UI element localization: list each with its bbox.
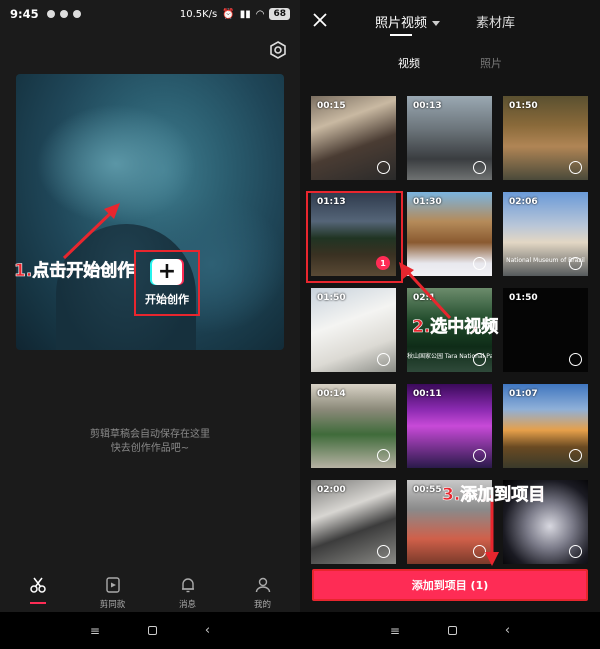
nav-item-profile[interactable]: 我的 (225, 568, 300, 612)
home-screen: 9:45 10.5K/s ⏰ ▮▮ ◠ 68 + 开始创作 1.点击开始创作 剪… (0, 0, 300, 649)
active-indicator (29, 602, 46, 604)
template-icon (105, 577, 120, 593)
home-icon[interactable] (447, 626, 457, 635)
nav-label: 剪同款 (99, 600, 126, 610)
bell-icon (181, 578, 194, 593)
annotation-arrow-1 (62, 203, 120, 260)
annotation-step-1: 1.点击开始创作 (14, 261, 135, 282)
nav-item-edit[interactable] (0, 568, 75, 612)
back-icon[interactable]: ‹ (505, 623, 510, 638)
system-nav-bar: ≡ ‹ (0, 612, 300, 649)
draft-tip-line-1: 剪辑草稿会自动保存在这里 (90, 429, 210, 440)
system-nav-bar: ≡ ‹ (300, 612, 600, 649)
annotation-step-2: 2.选中视频 (412, 317, 499, 338)
media-picker-screen: 照片视频 素材库 视频 照片 00:15 00:13 01:50 01:13 1 01:3… (300, 0, 600, 649)
home-icon[interactable] (147, 626, 157, 635)
annotation-step-3: 3.添加到项目 (442, 485, 546, 506)
menu-icon[interactable]: ≡ (90, 624, 100, 638)
nav-item-messages[interactable]: 消息 (150, 568, 225, 612)
nav-item-template[interactable]: 剪同款 (75, 568, 150, 612)
draft-tip-line-2: 快去创作作品吧~ (110, 443, 190, 454)
add-to-project-button[interactable]: 添加到项目 (1) (312, 569, 588, 601)
bottom-navigation: 剪同款 消息 我的 (0, 568, 300, 612)
scissors-icon (29, 577, 46, 593)
nav-label: 我的 (253, 600, 271, 610)
profile-icon (255, 577, 270, 593)
menu-icon[interactable]: ≡ (390, 624, 400, 638)
back-icon[interactable]: ‹ (205, 623, 210, 638)
nav-label: 消息 (178, 600, 196, 610)
